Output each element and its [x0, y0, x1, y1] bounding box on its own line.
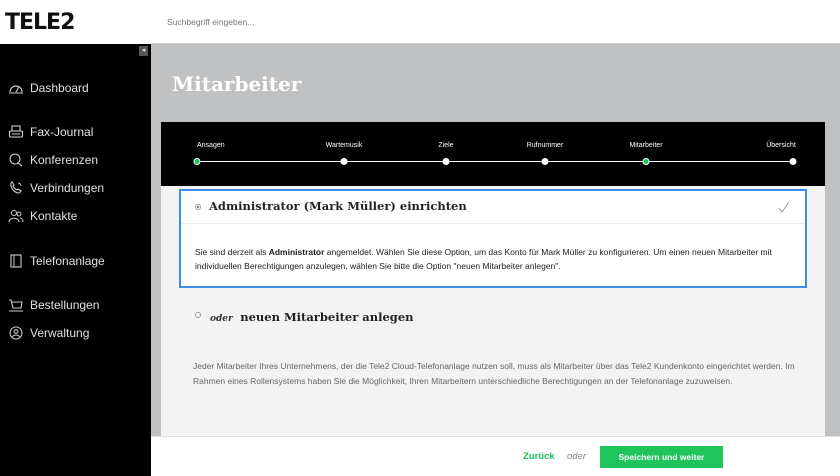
sidebar-item-fax-journal[interactable]: Fax-Journal [8, 125, 93, 139]
option-new-employee-title: neuen Mitarbeiter anlegen [240, 310, 414, 324]
step-dot-ziele[interactable] [442, 158, 450, 165]
chat-icon [8, 153, 24, 167]
step-label-ziele: Ziele [438, 142, 454, 149]
desc-text: Sie sind derzeit als [195, 247, 269, 257]
sidebar-item-label: Kontakte [30, 209, 78, 223]
option-administrator-header[interactable]: Administrator (Mark Müller) einrichten [181, 191, 805, 224]
back-link[interactable]: Zurück [523, 451, 555, 462]
option-administrator-description: Sie sind derzeit als Administrator angem… [195, 245, 795, 273]
radio-administrator[interactable] [195, 204, 201, 210]
progress-steps: Ansagen Wartemusik Ziele Rufnummer Mitar… [161, 122, 825, 186]
sidebar-item-label: Konferenzen [30, 153, 99, 167]
save-and-continue-button[interactable]: Speichern und weiter [600, 446, 723, 468]
sidebar-item-label: Verbindungen [30, 181, 105, 195]
cart-icon [8, 298, 24, 312]
user-circle-icon [8, 326, 24, 340]
sidebar-collapse-button[interactable]: ◂ [139, 46, 148, 56]
phone-system-icon [8, 254, 24, 268]
or-text: oder [567, 451, 587, 462]
sidebar-item-bestellungen[interactable]: Bestellungen [8, 298, 99, 312]
step-dot-mitarbeiter[interactable] [642, 158, 650, 165]
sidebar-item-verwaltung[interactable]: Verwaltung [8, 326, 89, 340]
oder-prefix: oder [210, 314, 233, 324]
footer-bar: Zurück oder Speichern und weiter [151, 436, 840, 476]
desc-bold-role: Administrator [268, 247, 325, 257]
phone-icon [8, 181, 24, 195]
sidebar-item-label: Fax-Journal [30, 125, 94, 139]
gauge-icon [8, 81, 24, 95]
logo-area: TELE2 [0, 0, 151, 44]
top-bar [151, 0, 840, 44]
search-input[interactable] [167, 13, 667, 31]
checkmark-icon [778, 201, 790, 213]
options-panel: Administrator (Mark Müller) einrichten S… [161, 186, 825, 476]
step-dot-ansagen[interactable] [193, 158, 201, 165]
sidebar-item-telefonanlage[interactable]: Telefonanlage [8, 254, 105, 268]
sidebar-item-konferenzen[interactable]: Konferenzen [8, 153, 98, 167]
sidebar-item-label: Dashboard [30, 81, 89, 95]
contacts-icon [8, 209, 24, 223]
sidebar-item-label: Verwaltung [30, 326, 90, 340]
step-dot-uebersicht[interactable] [789, 158, 797, 165]
radio-new-employee[interactable] [195, 312, 201, 318]
step-label-uebersicht: Übersicht [766, 142, 796, 149]
step-label-rufnummer: Rufnummer [526, 142, 564, 149]
sidebar-item-label: Bestellungen [30, 298, 100, 312]
main-content: Mitarbeiter Ansagen Wartemusik Ziele Ruf… [151, 44, 840, 476]
sidebar-item-label: Telefonanlage [30, 254, 105, 268]
option-new-employee-description: Jeder Mitarbeiter Ihres Unternehmens, de… [193, 361, 795, 386]
step-label-wartemusik: Wartemusik [325, 142, 363, 149]
sidebar: TELE2 ◂ Dashboard Fax-Journal Konferenze… [0, 0, 151, 476]
page-title: Mitarbeiter [172, 72, 302, 96]
fax-icon [8, 125, 24, 139]
step-dot-wartemusik[interactable] [340, 158, 348, 165]
sidebar-item-dashboard[interactable]: Dashboard [8, 81, 89, 95]
steps-line [197, 161, 792, 162]
option-new-employee[interactable]: oder neuen Mitarbeiter anlegen [179, 296, 807, 336]
step-label-mitarbeiter: Mitarbeiter [629, 142, 663, 149]
option-administrator-title: Administrator (Mark Müller) einrichten [209, 199, 467, 213]
step-dot-rufnummer[interactable] [541, 158, 549, 165]
sidebar-item-verbindungen[interactable]: Verbindungen [8, 181, 104, 195]
option-new-employee-heading: oder neuen Mitarbeiter anlegen [210, 308, 414, 326]
sidebar-item-kontakte[interactable]: Kontakte [8, 209, 77, 223]
step-label-ansagen: Ansagen [197, 142, 225, 149]
option-administrator[interactable]: Administrator (Mark Müller) einrichten S… [179, 189, 807, 288]
tele2-logo[interactable]: TELE2 [5, 10, 75, 35]
